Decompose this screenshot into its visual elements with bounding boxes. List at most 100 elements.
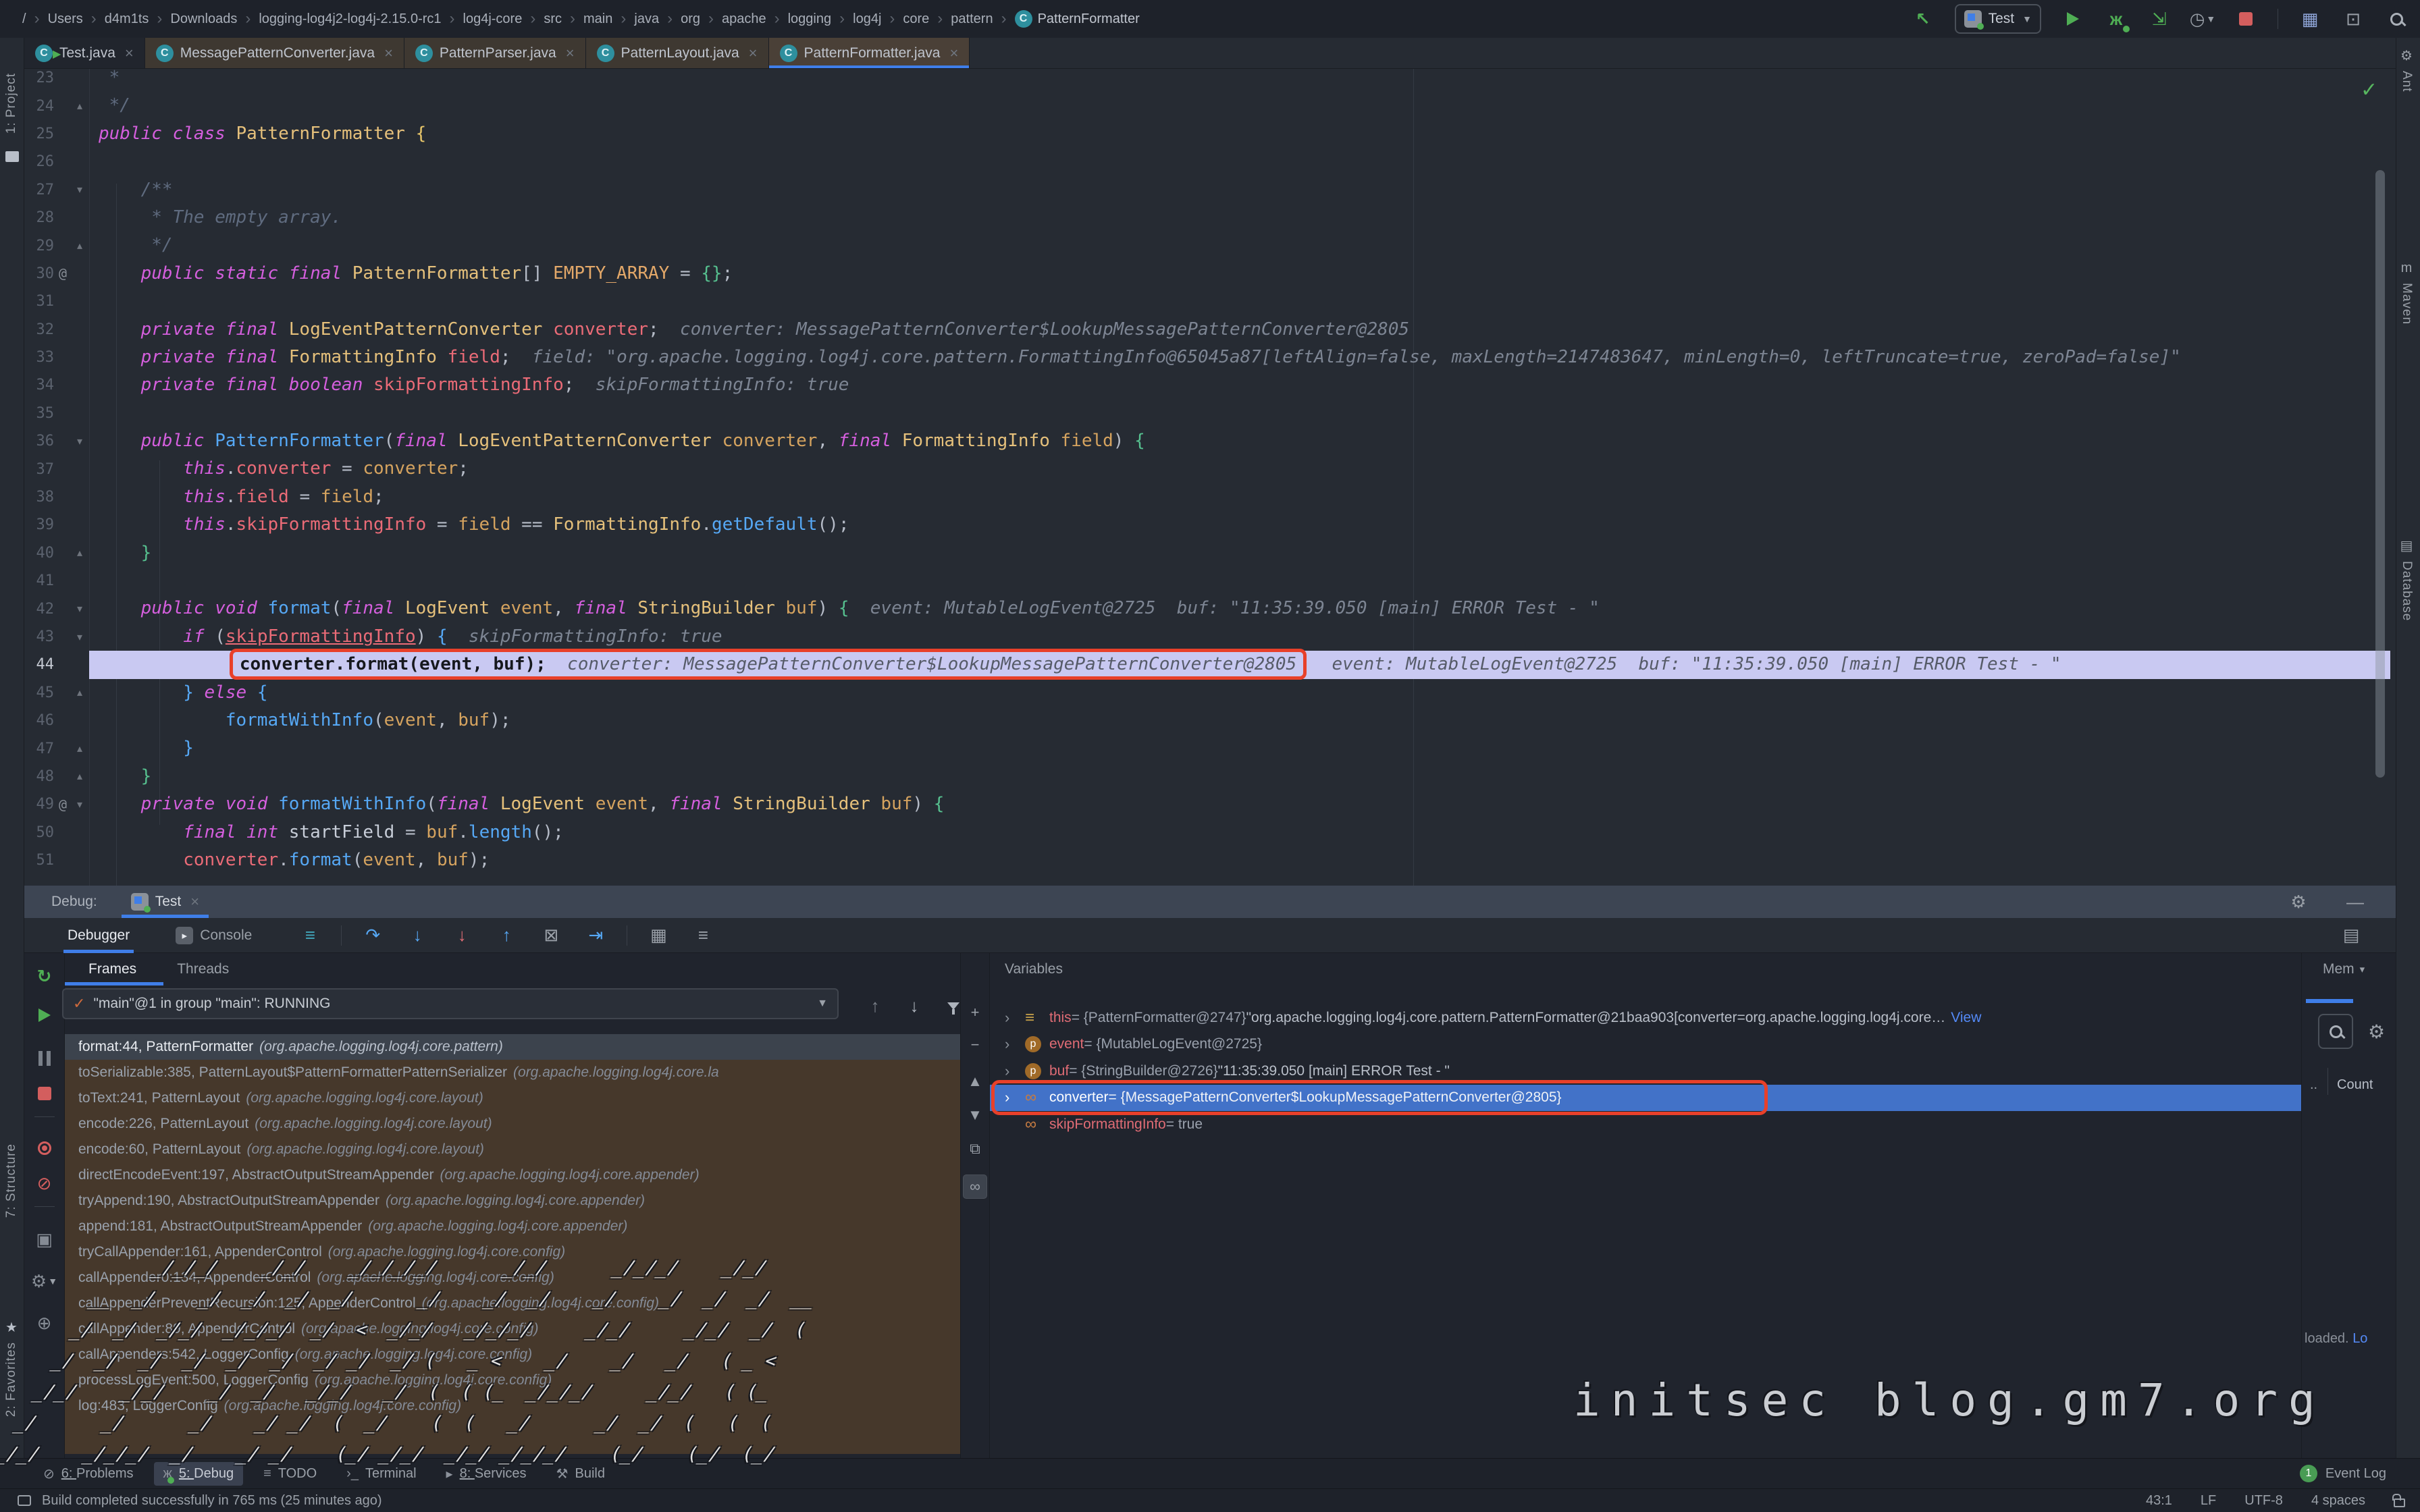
copy-stack-icon[interactable]: ⧉ <box>963 1137 987 1161</box>
tab-console[interactable]: ▸Console <box>172 918 256 953</box>
variable-row[interactable]: ›≡this = {PatternFormatter@2747} "org.ap… <box>990 1004 2301 1031</box>
layout-settings-icon[interactable]: ≡ <box>689 922 716 949</box>
expand-chevron-icon[interactable]: › <box>1005 1062 1025 1080</box>
fold-marker-icon[interactable]: ▾ <box>72 630 88 644</box>
stack-frame[interactable]: callAppender:89, AppenderControl(org.apa… <box>65 1316 960 1342</box>
toolwindow-button-debug[interactable]: ж5: Debug <box>154 1462 244 1486</box>
toolwindow-button-services[interactable]: ▸8: Services <box>437 1461 536 1486</box>
toolwindow-button-todo[interactable]: ≡TODO <box>254 1462 326 1486</box>
stack-frame[interactable]: encode:226, PatternLayout(org.apache.log… <box>65 1111 960 1137</box>
sidebar-item-favorites[interactable]: 2: Favorites <box>4 1342 19 1417</box>
variable-row[interactable]: ›∞converter = {MessagePatternConverter$L… <box>990 1085 2301 1112</box>
close-icon[interactable]: × <box>384 45 393 62</box>
line-number[interactable]: 29 <box>24 238 54 254</box>
close-icon[interactable]: × <box>749 45 758 62</box>
breadcrumb-item[interactable]: Users <box>48 11 83 27</box>
search-everywhere-icon[interactable] <box>2385 7 2408 30</box>
line-number[interactable]: 51 <box>24 852 54 869</box>
line-number[interactable]: 43 <box>24 628 54 645</box>
line-number[interactable]: 32 <box>24 321 54 338</box>
fold-marker-icon[interactable]: ▾ <box>72 798 88 811</box>
debug-session-tab[interactable]: Test × <box>122 886 209 918</box>
inspections-ok-icon[interactable]: ✓ <box>2361 78 2377 102</box>
line-number[interactable]: 28 <box>24 209 54 226</box>
breadcrumb-item[interactable]: pattern <box>951 11 993 27</box>
stack-frame[interactable]: processLogEvent:500, LoggerConfig(org.ap… <box>65 1368 960 1393</box>
debug-icon[interactable]: ж <box>2105 7 2128 30</box>
expand-chevron-icon[interactable]: › <box>1005 1009 1025 1027</box>
toolwindow-button-build[interactable]: ⚒Build <box>547 1461 614 1486</box>
sidebar-item-project[interactable]: 1: Project <box>4 73 19 134</box>
breadcrumb-item[interactable]: log4j <box>853 11 881 27</box>
close-icon[interactable]: × <box>190 893 199 911</box>
scroll-up-icon[interactable]: ▲ <box>963 1069 987 1094</box>
line-ending[interactable]: LF <box>2201 1493 2216 1509</box>
line-number[interactable]: 27 <box>24 182 54 198</box>
breadcrumb-item[interactable]: CPatternFormatter <box>1015 10 1140 28</box>
memory-snapshot-icon[interactable]: ▣ <box>31 1226 58 1253</box>
stack-frame[interactable]: callAppenders:542, LoggerConfig(org.apac… <box>65 1342 960 1368</box>
stack-frame[interactable]: tryAppend:190, AbstractOutputStreamAppen… <box>65 1188 960 1214</box>
breadcrumb-item[interactable]: main <box>583 11 612 27</box>
editor-tab[interactable]: CPatternFormatter.java× <box>769 38 970 68</box>
stop-debug-icon[interactable] <box>31 1080 58 1107</box>
line-number[interactable]: 34 <box>24 377 54 394</box>
line-number[interactable]: 41 <box>24 572 54 589</box>
tab-debugger[interactable]: Debugger <box>63 918 134 953</box>
hide-panel-icon[interactable]: — <box>2342 888 2369 915</box>
stack-frame[interactable]: callAppender0:134, AppenderControl(org.a… <box>65 1265 960 1291</box>
encoding[interactable]: UTF-8 <box>2244 1493 2283 1509</box>
stack-frame[interactable]: encode:60, PatternLayout(org.apache.logg… <box>65 1137 960 1162</box>
resume-icon[interactable] <box>31 1002 58 1029</box>
indent-style[interactable]: 4 spaces <box>2311 1493 2365 1509</box>
toolwindow-button-problems[interactable]: ⊘6: Problems <box>34 1461 143 1486</box>
line-number[interactable]: 44 <box>24 656 54 673</box>
layout-icon[interactable]: ▤ <box>2338 922 2365 949</box>
drop-frame-icon[interactable]: ⊠ <box>537 922 564 949</box>
run-to-cursor-icon[interactable]: ⇥ <box>582 922 609 949</box>
breadcrumb-item[interactable]: src <box>544 11 562 27</box>
editor-tab[interactable]: CPatternLayout.java× <box>586 38 769 68</box>
line-number[interactable]: 36 <box>24 433 54 450</box>
rerun-icon[interactable]: ↻ <box>31 963 58 990</box>
force-step-into-icon[interactable]: ↓ <box>448 922 475 949</box>
line-number[interactable]: 38 <box>24 489 54 506</box>
line-number[interactable]: 37 <box>24 461 54 478</box>
project-structure-icon[interactable]: ▦ <box>2298 7 2321 30</box>
editor-scrollbar[interactable] <box>2375 170 2385 778</box>
line-number[interactable]: 35 <box>24 405 54 422</box>
toolwindow-toggle-icon[interactable] <box>18 1495 31 1506</box>
fold-marker-icon[interactable]: ▾ <box>72 183 88 196</box>
remove-watch-icon[interactable]: − <box>963 1033 987 1057</box>
line-number[interactable]: 39 <box>24 516 54 533</box>
step-over-icon[interactable]: ↷ <box>359 922 386 949</box>
variable-row[interactable]: ∞skipFormattingInfo = true <box>990 1111 2301 1138</box>
mute-breakpoints-icon[interactable]: ⊘ <box>31 1170 58 1197</box>
line-number[interactable]: 23 <box>24 70 54 86</box>
show-values-icon[interactable]: ∞ <box>963 1174 987 1199</box>
tool-windows-icon[interactable]: ⊡ <box>2342 7 2365 30</box>
line-number[interactable]: 45 <box>24 684 54 701</box>
line-number[interactable]: 50 <box>24 824 54 841</box>
breadcrumb-item[interactable]: log4j-core <box>463 11 523 27</box>
next-frame-icon[interactable]: ↓ <box>901 992 928 1019</box>
line-number[interactable]: 46 <box>24 712 54 729</box>
pause-icon[interactable] <box>31 1045 58 1072</box>
view-link[interactable]: View <box>1951 1010 1981 1026</box>
line-number[interactable]: 30 <box>24 265 54 282</box>
stop-icon[interactable] <box>2234 7 2257 30</box>
tab-threads[interactable]: Threads <box>177 953 229 986</box>
view-breakpoints-icon[interactable] <box>31 1135 58 1162</box>
breadcrumb-item[interactable]: d4m1ts <box>105 11 149 27</box>
debug-settings-icon[interactable]: ⚙▼ <box>31 1268 58 1295</box>
expand-chevron-icon[interactable]: › <box>1005 1089 1025 1106</box>
breadcrumb-item[interactable]: core <box>903 11 929 27</box>
fold-marker-icon[interactable]: ▴ <box>72 546 88 560</box>
line-number[interactable]: 40 <box>24 545 54 562</box>
line-number[interactable]: 42 <box>24 601 54 618</box>
fold-marker-icon[interactable]: ▴ <box>72 770 88 783</box>
fold-marker-icon[interactable]: ▾ <box>72 602 88 616</box>
run-icon[interactable] <box>2061 7 2084 30</box>
line-number[interactable]: 47 <box>24 740 54 757</box>
sidebar-item-maven[interactable]: mMaven <box>2399 261 2414 325</box>
